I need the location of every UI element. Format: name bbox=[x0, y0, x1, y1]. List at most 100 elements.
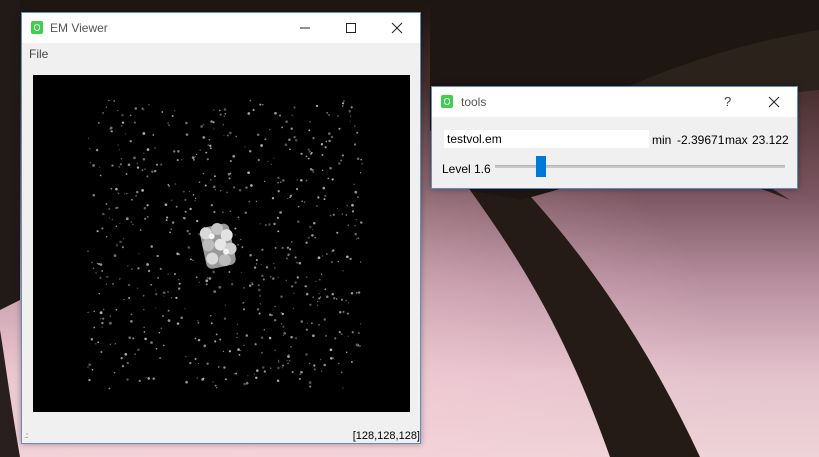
noise-speckle bbox=[210, 315, 212, 317]
noise-speckle bbox=[289, 148, 291, 151]
level-slider-handle[interactable] bbox=[536, 156, 547, 177]
noise-speckle bbox=[318, 292, 320, 295]
noise-speckle bbox=[217, 366, 220, 368]
noise-speckle bbox=[233, 373, 235, 375]
noise-speckle bbox=[308, 362, 311, 365]
noise-speckle bbox=[297, 220, 300, 223]
em-viewer-titlebar[interactable]: EM Viewer bbox=[22, 13, 420, 43]
noise-speckle bbox=[251, 283, 254, 286]
noise-speckle bbox=[113, 254, 117, 257]
noise-speckle bbox=[260, 144, 263, 147]
noise-speckle bbox=[222, 124, 224, 126]
noise-speckle bbox=[263, 370, 266, 373]
noise-speckle bbox=[328, 113, 331, 116]
noise-speckle bbox=[150, 341, 153, 344]
close-icon bbox=[391, 22, 403, 34]
noise-speckle bbox=[159, 267, 162, 271]
noise-speckle bbox=[131, 321, 133, 323]
noise-speckle bbox=[144, 168, 146, 170]
noise-speckle bbox=[250, 184, 253, 187]
tools-window-title: tools bbox=[461, 95, 487, 109]
tools-titlebar[interactable]: tools ? bbox=[432, 87, 797, 117]
noise-speckle bbox=[178, 282, 181, 285]
noise-speckle bbox=[318, 324, 320, 326]
noise-speckle bbox=[340, 159, 343, 162]
noise-speckle bbox=[243, 344, 245, 347]
noise-speckle bbox=[252, 108, 255, 111]
size-grip[interactable]: .:: bbox=[24, 432, 29, 440]
noise-speckle bbox=[93, 326, 96, 329]
noise-speckle bbox=[308, 150, 311, 153]
noise-speckle bbox=[100, 318, 102, 320]
noise-speckle bbox=[274, 349, 276, 351]
noise-speckle bbox=[134, 107, 138, 110]
noise-speckle bbox=[150, 283, 153, 286]
noise-speckle bbox=[245, 334, 249, 337]
noise-speckle bbox=[274, 246, 277, 249]
noise-speckle bbox=[355, 291, 358, 294]
noise-speckle bbox=[143, 331, 146, 333]
noise-speckle bbox=[221, 211, 224, 214]
noise-speckle bbox=[196, 377, 198, 379]
noise-speckle bbox=[87, 366, 89, 368]
noise-speckle bbox=[158, 331, 161, 334]
noise-speckle bbox=[185, 121, 188, 125]
noise-speckle bbox=[282, 364, 285, 367]
noise-speckle bbox=[264, 224, 267, 226]
noise-speckle bbox=[208, 277, 212, 280]
close-button[interactable] bbox=[374, 13, 420, 43]
noise-speckle bbox=[294, 337, 298, 340]
noise-speckle bbox=[206, 276, 209, 280]
noise-speckle bbox=[280, 323, 283, 325]
noise-speckle bbox=[259, 103, 262, 106]
noise-speckle bbox=[109, 126, 113, 130]
maximize-button[interactable] bbox=[328, 13, 374, 43]
noise-speckle bbox=[242, 302, 245, 304]
minimize-button[interactable] bbox=[282, 13, 328, 43]
noise-speckle bbox=[102, 308, 105, 311]
noise-speckle bbox=[358, 345, 361, 348]
noise-speckle bbox=[305, 155, 308, 158]
noise-speckle bbox=[255, 258, 258, 262]
noise-speckle bbox=[323, 318, 327, 321]
noise-speckle bbox=[256, 308, 260, 311]
noise-speckle bbox=[360, 158, 363, 161]
help-button[interactable]: ? bbox=[705, 87, 751, 117]
noise-speckle bbox=[277, 276, 280, 279]
noise-speckle bbox=[243, 287, 245, 289]
noise-speckle bbox=[280, 312, 282, 314]
noise-speckle bbox=[338, 162, 341, 165]
filename-field[interactable]: testvol.em bbox=[444, 130, 649, 148]
noise-speckle bbox=[337, 115, 339, 117]
noise-speckle bbox=[202, 377, 205, 380]
tools-window: tools ? testvol.em min -2.39671 max 23.1… bbox=[431, 86, 798, 189]
noise-speckle bbox=[234, 227, 237, 230]
noise-speckle bbox=[117, 192, 119, 194]
noise-speckle bbox=[138, 379, 141, 383]
noise-speckle bbox=[165, 216, 169, 219]
noise-speckle bbox=[255, 376, 258, 380]
noise-speckle bbox=[299, 178, 303, 182]
noise-speckle bbox=[142, 294, 145, 297]
noise-speckle bbox=[117, 110, 119, 112]
noise-speckle bbox=[130, 221, 132, 223]
noise-speckle bbox=[237, 243, 240, 246]
noise-speckle bbox=[212, 270, 216, 274]
close-button[interactable] bbox=[751, 87, 797, 117]
noise-speckle bbox=[334, 337, 337, 340]
noise-speckle bbox=[351, 203, 354, 207]
noise-speckle bbox=[144, 337, 147, 341]
volume-render-viewport[interactable] bbox=[33, 75, 410, 412]
noise-speckle bbox=[164, 203, 168, 207]
noise-speckle bbox=[315, 280, 317, 282]
noise-speckle bbox=[178, 253, 181, 255]
noise-speckle bbox=[325, 140, 328, 143]
noise-speckle bbox=[268, 336, 272, 340]
noise-speckle bbox=[101, 270, 104, 272]
menu-file[interactable]: File bbox=[29, 47, 48, 61]
noise-speckle bbox=[329, 166, 332, 170]
noise-speckle bbox=[228, 271, 231, 273]
noise-speckle bbox=[298, 261, 302, 265]
noise-speckle bbox=[204, 184, 207, 187]
noise-speckle bbox=[99, 166, 101, 168]
